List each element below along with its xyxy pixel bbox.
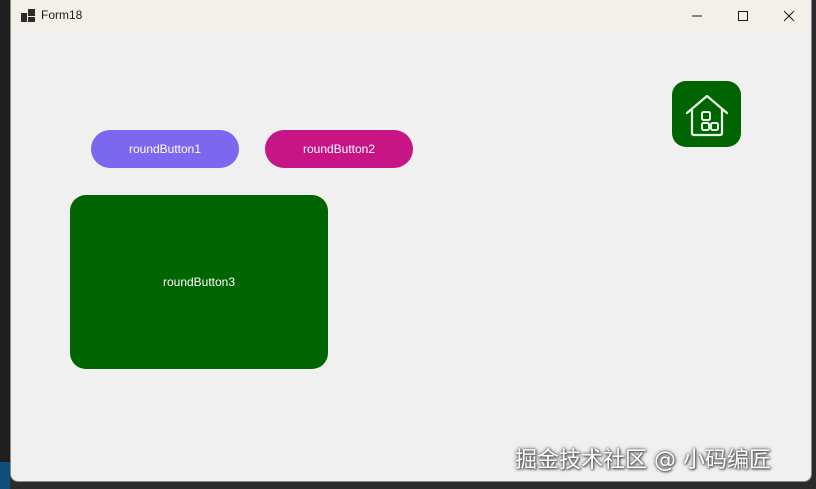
background-edge (0, 0, 10, 489)
maximize-icon (738, 10, 748, 21)
round-button-2[interactable]: roundButton2 (265, 130, 413, 168)
close-icon (783, 10, 795, 21)
round-button-2-label: roundButton2 (302, 142, 376, 156)
form-window: Form18 roundButton1 roundButton2 roundBu… (10, 0, 812, 482)
watermark: 掘金技术社区 @ 小码编匠 (515, 448, 771, 473)
home-button[interactable] (672, 81, 741, 147)
minimize-button[interactable] (674, 0, 720, 31)
home-icon (685, 94, 728, 137)
round-button-1-label: roundButton1 (128, 142, 202, 156)
minimize-icon (692, 15, 702, 16)
round-button-1[interactable]: roundButton1 (91, 130, 239, 168)
title-bar[interactable]: Form18 (11, 0, 811, 31)
close-button[interactable] (766, 0, 811, 31)
background-strip (0, 462, 10, 489)
window-title: Form18 (41, 8, 83, 22)
round-button-3[interactable]: roundButton3 (70, 195, 328, 369)
app-icon (21, 9, 35, 22)
round-button-3-label: roundButton3 (162, 275, 236, 289)
maximize-button[interactable] (720, 0, 766, 31)
